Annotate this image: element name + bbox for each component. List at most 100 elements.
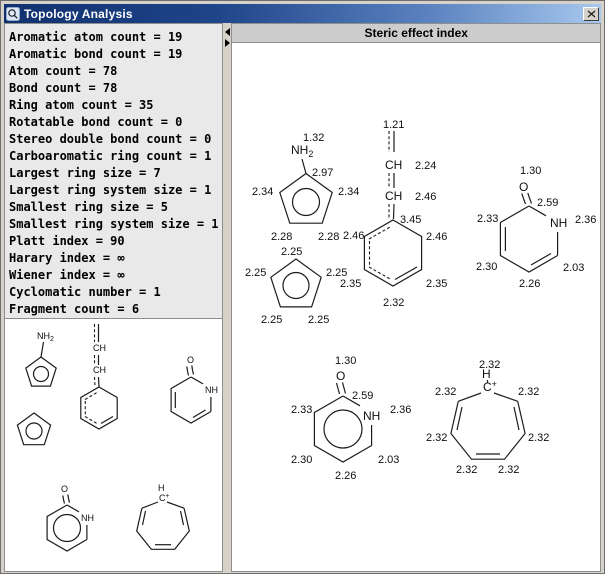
- close-icon: [587, 10, 596, 18]
- stat-line: Aromatic bond count = 19: [9, 46, 219, 63]
- steric-effect-title: Steric effect index: [365, 26, 468, 40]
- thumb-cyclopentadienyl: [17, 413, 50, 445]
- stat-line: Fragment count = 6: [9, 301, 219, 318]
- bond-value: 2.33: [291, 404, 312, 416]
- bond-value: 2.30: [291, 454, 312, 466]
- bond-value: 2.25: [245, 267, 266, 279]
- stat-line: Largest ring size = 7: [9, 165, 219, 182]
- atom-label-o: O: [187, 355, 194, 365]
- atom-label-ch: CH: [385, 189, 402, 203]
- bond-value: 2.03: [563, 262, 584, 274]
- atom-label-nh2: NH2: [37, 331, 54, 343]
- bond-value: 1.30: [520, 165, 541, 177]
- bond-value: 2.36: [390, 404, 411, 416]
- bond-value: 2.26: [519, 278, 540, 290]
- bond-value: 2.34: [338, 186, 359, 198]
- bond-value: 2.32: [479, 359, 500, 371]
- atom-label-ch: CH: [93, 365, 106, 375]
- atom-label-nh2: NH2: [291, 143, 313, 159]
- stat-line: Smallest ring system size = 1: [9, 216, 219, 233]
- title-bar[interactable]: Topology Analysis: [4, 4, 601, 23]
- bond-value: 2.25: [308, 314, 329, 326]
- bond-value: 2.03: [378, 454, 399, 466]
- stat-line: Bond count = 78: [9, 80, 219, 97]
- atom-label-ch: CH: [385, 158, 402, 172]
- bond-value: 2.36: [575, 214, 596, 226]
- bond-value: 2.97: [312, 167, 333, 179]
- bond-value: 2.32: [518, 386, 539, 398]
- splitter-expand-right-button[interactable]: [225, 39, 230, 47]
- bond-value: 2.46: [426, 231, 447, 243]
- bond-value: 2.59: [352, 390, 373, 402]
- molecule-cyclopentadienyl: 2.25 2.25 2.25 2.25 2.25: [245, 246, 347, 326]
- bond-value: 2.46: [343, 230, 364, 242]
- stat-line: Largest ring system size = 1: [9, 182, 219, 199]
- atom-label-c-plus: C+: [159, 493, 170, 503]
- bond-value: 2.35: [426, 278, 447, 290]
- bond-value: 2.30: [476, 261, 497, 273]
- thumb-fulvene-cumulene: CH CH: [81, 324, 117, 429]
- thumb-pyridone-aromatic: O NH: [47, 484, 94, 551]
- bond-value: 1.32: [303, 132, 324, 144]
- steric-canvas: NH2 1.32 2.97 2.34 2.34 2.28 2.28 2.25 2…: [232, 43, 600, 571]
- bond-value: 2.32: [498, 464, 519, 476]
- stat-line: Wiener index = ∞: [9, 267, 219, 284]
- bond-value: 2.46: [415, 191, 436, 203]
- magnifier-icon: [6, 7, 20, 21]
- atom-label-nh: NH: [205, 385, 218, 395]
- atom-label-nh: NH: [550, 216, 567, 230]
- stat-line: Stereo double bond count = 0: [9, 131, 219, 148]
- split-pane-divider[interactable]: [223, 23, 232, 572]
- window-title: Topology Analysis: [24, 7, 583, 21]
- bond-value: 2.32: [528, 432, 549, 444]
- bond-value: 2.28: [271, 231, 292, 243]
- atom-label-c-plus: C+: [483, 379, 497, 394]
- bond-value: 1.30: [335, 355, 356, 367]
- stat-line: Ring atom count = 35: [9, 97, 219, 114]
- topology-stats-panel: Aromatic atom count = 19 Aromatic bond c…: [4, 23, 223, 318]
- atom-label-o: O: [61, 484, 68, 494]
- steric-effect-header: Steric effect index: [232, 24, 600, 43]
- atom-label-nh: NH: [363, 409, 380, 423]
- bond-value: 2.34: [252, 186, 273, 198]
- bond-value: 2.28: [318, 231, 339, 243]
- bond-value: 3.45: [400, 214, 421, 226]
- thumb-tropylium: H C+: [137, 483, 190, 549]
- topology-analysis-window: Topology Analysis Aromatic atom count = …: [0, 0, 605, 574]
- molecule-pyridone-aromatic: O NH 1.30 2.59 2.36 2.33 2.30 2.03 2.26: [291, 355, 411, 482]
- thumb-pyridone: O NH: [171, 355, 218, 423]
- stat-line: Atom count = 78: [9, 63, 219, 80]
- bond-value: 1.21: [383, 119, 404, 131]
- bond-value: 2.25: [281, 246, 302, 258]
- atom-label-o: O: [336, 369, 345, 383]
- stat-line: Platt index = 90: [9, 233, 219, 250]
- bond-value: 2.25: [261, 314, 282, 326]
- molecule-tropylium: H C+ 2.32 2.32 2.32 2.32 2.32: [426, 359, 549, 476]
- atom-label-nh: NH: [81, 513, 94, 523]
- splitter-collapse-left-button[interactable]: [225, 28, 230, 36]
- bond-value: 2.32: [456, 464, 477, 476]
- atom-label-h: H: [158, 483, 165, 493]
- stat-line: Cyclomatic number = 1: [9, 284, 219, 301]
- bond-value: 2.59: [537, 197, 558, 209]
- atom-label-ch: CH: [93, 343, 106, 353]
- stat-line: Smallest ring size = 5: [9, 199, 219, 216]
- close-button[interactable]: [583, 7, 599, 21]
- bond-value: 2.32: [435, 386, 456, 398]
- thumb-aminocyclopentadienyl: NH2: [26, 331, 56, 386]
- bond-value: 2.32: [383, 297, 404, 309]
- stat-line: Aromatic atom count = 19: [9, 29, 219, 46]
- atom-label-o: O: [519, 180, 528, 194]
- stat-line: Harary index = ∞: [9, 250, 219, 267]
- bond-value: 2.26: [335, 470, 356, 482]
- steric-effect-canvas-area: NH2 1.32 2.97 2.34 2.34 2.28 2.28 2.25 2…: [232, 43, 600, 571]
- molecule-pyridone: O NH 1.30 2.59 2.36 2.33 2.30 2.03 2.26: [476, 165, 596, 290]
- thumbnails-canvas: NH2 CH CH: [5, 319, 222, 571]
- molecule-aminocyclopentadienyl: NH2 1.32 2.97 2.34 2.34 2.28 2.28: [252, 132, 359, 243]
- bond-value: 2.24: [415, 160, 436, 172]
- molecule-thumbnails-panel: NH2 CH CH: [4, 318, 223, 572]
- stat-line: Carboaromatic ring count = 1: [9, 148, 219, 165]
- stat-line: Rotatable bond count = 0: [9, 114, 219, 131]
- bond-value: 2.35: [340, 278, 361, 290]
- bond-value: 2.32: [426, 432, 447, 444]
